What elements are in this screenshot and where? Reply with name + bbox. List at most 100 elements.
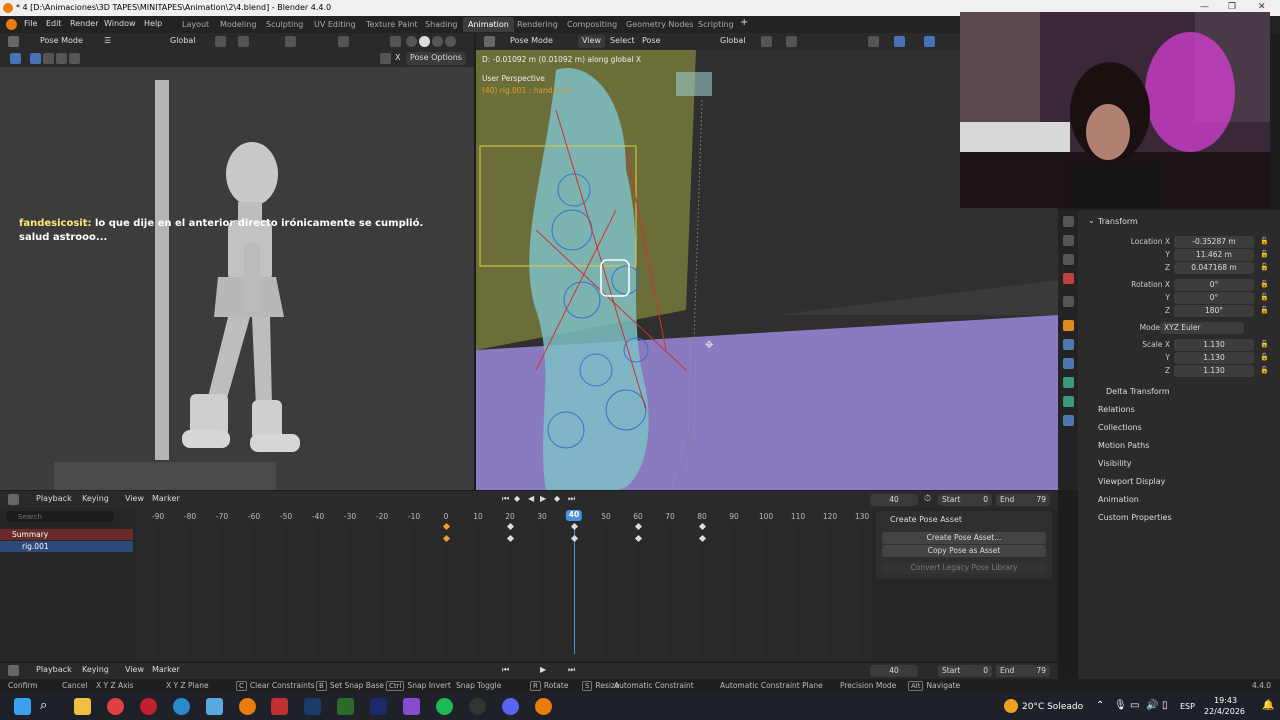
search-icon[interactable]: ⌕	[40, 698, 57, 715]
proportional-icon[interactable]	[285, 36, 296, 47]
minimize-icon[interactable]: —	[1200, 2, 1209, 12]
shading-solid-icon[interactable]	[419, 36, 430, 47]
menu-keying-2[interactable]: Keying	[78, 664, 113, 677]
shading-material-icon[interactable]	[432, 36, 443, 47]
right-orientation-dropdown[interactable]: Global	[716, 35, 750, 48]
rotation-y-field[interactable]: 0°	[1174, 292, 1254, 304]
search-box[interactable]	[6, 511, 114, 522]
overlay-icon[interactable]	[338, 36, 349, 47]
menu-marker[interactable]: Marker	[148, 493, 184, 506]
dope-sheet[interactable]: Playback Keying View Marker ⏮ ◆ ◀ ▶ ◆ ⏭ …	[0, 491, 1058, 661]
channel-summary[interactable]: Summary	[0, 529, 133, 540]
select-box-icon[interactable]	[30, 53, 41, 64]
app-icon-3[interactable]	[337, 698, 354, 715]
tab-scripting[interactable]: Scripting	[693, 17, 739, 32]
add-workspace-icon[interactable]: +	[740, 17, 748, 28]
tray-chevron-icon[interactable]: ⌃	[1096, 700, 1104, 711]
tab-texture-paint[interactable]: Texture Paint	[361, 17, 423, 32]
pivot-icon[interactable]	[215, 36, 226, 47]
app-icon-1[interactable]	[206, 698, 223, 715]
playhead-frame-label[interactable]: 40	[565, 510, 583, 521]
pose-options-dropdown[interactable]: Pose Options	[406, 52, 466, 65]
lock-icon[interactable]: 🔓	[1260, 280, 1269, 288]
collection-tab-icon[interactable]	[1063, 296, 1074, 307]
weather-text[interactable]: 20°C Soleado	[1022, 702, 1083, 712]
rotation-mode-dropdown[interactable]: XYZ Euler	[1160, 322, 1244, 334]
playhead-line[interactable]	[574, 526, 575, 654]
section-collections[interactable]: Collections	[1098, 423, 1142, 432]
tab-compositing[interactable]: Compositing	[562, 17, 622, 32]
vegas-icon[interactable]	[370, 698, 387, 715]
lock-icon[interactable]: 🔓	[1260, 353, 1269, 361]
editor-type-icon-timeline[interactable]	[8, 494, 19, 505]
convert-legacy-pose-button[interactable]: Convert Legacy Pose Library	[882, 562, 1046, 574]
rotation-x-field[interactable]: 0°	[1174, 279, 1254, 291]
blender-menu-icon[interactable]	[6, 19, 17, 30]
snap-icon[interactable]	[238, 36, 249, 47]
end-frame-field-2[interactable]: End 79	[996, 665, 1050, 677]
editor-type-icon-timeline-2[interactable]	[8, 665, 19, 676]
tab-shading[interactable]: Shading	[420, 17, 463, 32]
location-x-field[interactable]: -0.35287 m	[1174, 236, 1254, 248]
editor-type-icon[interactable]	[8, 36, 19, 47]
windows-start-icon[interactable]	[14, 698, 31, 715]
battery-icon[interactable]: ▯	[1162, 700, 1168, 711]
current-frame-field[interactable]: 40	[870, 494, 918, 506]
language-indicator[interactable]: ESP	[1180, 702, 1195, 711]
menu-window[interactable]: Window	[104, 19, 136, 28]
close-icon[interactable]: ✕	[1258, 2, 1266, 12]
summary-keyframe[interactable]	[634, 522, 642, 531]
left-viewport[interactable]: fandesicosit: lo que dije en el anterior…	[0, 67, 474, 490]
edge-icon[interactable]	[173, 698, 190, 715]
app-icon-4[interactable]	[403, 698, 420, 715]
rig-keyframe[interactable]	[698, 534, 706, 543]
tab-rendering[interactable]: Rendering	[512, 17, 563, 32]
clock-date[interactable]: 22/4/2026	[1204, 707, 1245, 716]
render-tab-icon[interactable]	[1063, 235, 1074, 246]
tab-sculpting[interactable]: Sculpting	[261, 17, 308, 32]
next-key-icon[interactable]: ◆	[550, 493, 564, 506]
select-tool-icon[interactable]	[10, 53, 21, 64]
chrome-icon[interactable]	[107, 698, 124, 715]
network-icon[interactable]: ▭	[1130, 700, 1139, 711]
menu-file[interactable]: File	[24, 19, 37, 28]
select-intersect-icon[interactable]	[69, 53, 80, 64]
constraint-tab-icon[interactable]	[1063, 377, 1074, 388]
visibility-icon[interactable]	[868, 36, 879, 47]
tab-geometry-nodes[interactable]: Geometry Nodes	[621, 17, 698, 32]
photoshop-icon[interactable]	[304, 698, 321, 715]
gizmo-icon[interactable]	[894, 36, 905, 47]
menu-help[interactable]: Help	[144, 19, 162, 28]
menu-render[interactable]: Render	[70, 19, 98, 28]
volume-icon[interactable]: 🔊	[1146, 700, 1158, 711]
blender-taskbar-icon[interactable]	[239, 698, 256, 715]
pose-asset-title[interactable]: Create Pose Asset	[890, 515, 962, 524]
app-icon-2[interactable]	[271, 698, 288, 715]
chevron-down-icon[interactable]: ⌄	[1088, 216, 1095, 225]
start-frame-field[interactable]: Start 0	[938, 494, 992, 506]
section-delta-transform[interactable]: Delta Transform	[1106, 387, 1170, 396]
menu-view-timeline[interactable]: View	[121, 493, 148, 506]
hamburger-icon[interactable]: ☰	[100, 35, 115, 48]
summary-keyframe[interactable]	[506, 522, 514, 531]
jump-end-icon[interactable]: ⏭	[564, 493, 579, 506]
section-relations[interactable]: Relations	[1098, 405, 1135, 414]
clock-icon[interactable]: ⏱	[924, 494, 931, 504]
location-y-field[interactable]: 11.462 m	[1174, 249, 1254, 261]
menu-marker-2[interactable]: Marker	[148, 664, 184, 677]
rig-keyframe[interactable]	[634, 534, 642, 543]
menu-view-2[interactable]: View	[121, 664, 148, 677]
summary-keyframe[interactable]	[698, 522, 706, 531]
pose-mirror-icon[interactable]	[380, 53, 391, 64]
end-frame-field[interactable]: End 79	[996, 494, 1050, 506]
file-explorer-icon[interactable]	[74, 698, 91, 715]
menu-edit[interactable]: Edit	[46, 19, 62, 28]
menu-view[interactable]: View	[578, 35, 605, 48]
start-frame-field-2[interactable]: Start 0	[938, 665, 992, 677]
obs-icon[interactable]	[469, 698, 486, 715]
section-motion-paths[interactable]: Motion Paths	[1098, 441, 1149, 450]
bone-tab-icon[interactable]	[1063, 415, 1074, 426]
notifications-icon[interactable]: 🔔	[1262, 700, 1274, 711]
right-mode-dropdown[interactable]: Pose Mode	[506, 35, 557, 48]
create-pose-asset-button[interactable]: Create Pose Asset...	[882, 532, 1046, 544]
